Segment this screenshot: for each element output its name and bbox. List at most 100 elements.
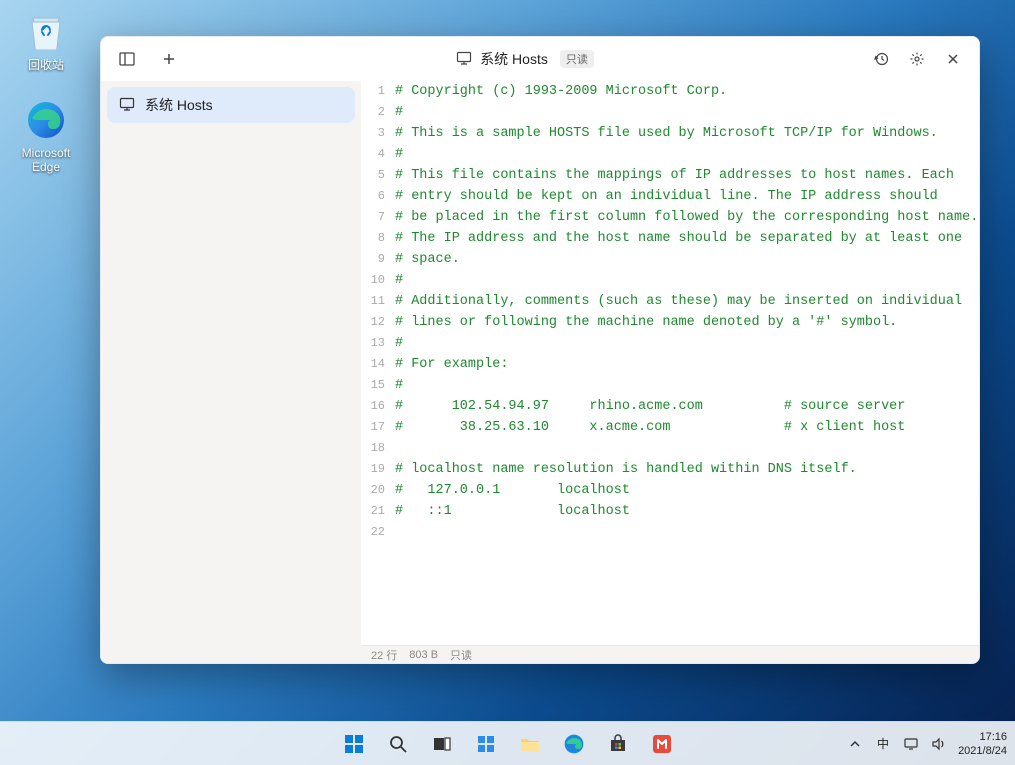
readonly-badge: 只读 — [560, 50, 594, 68]
clock-time: 17:16 — [958, 730, 1007, 744]
line-number: 16 — [361, 396, 395, 417]
code-text: # — [395, 270, 403, 291]
line-number: 8 — [361, 228, 395, 249]
code-line: 18 — [361, 438, 979, 459]
code-line: 19# localhost name resolution is handled… — [361, 459, 979, 480]
desktop-icon-recycle-bin[interactable]: 回收站 — [10, 8, 82, 73]
ime-indicator[interactable]: 中 — [874, 735, 892, 753]
code-text: # 38.25.63.10 x.acme.com # x client host — [395, 417, 905, 438]
code-text: # — [395, 102, 403, 123]
code-line: 11# Additionally, comments (such as thes… — [361, 291, 979, 312]
line-number: 18 — [361, 438, 395, 459]
code-text: # — [395, 375, 403, 396]
code-text: # 102.54.94.97 rhino.acme.com # source s… — [395, 396, 905, 417]
line-number: 20 — [361, 480, 395, 501]
line-number: 1 — [361, 81, 395, 102]
code-line: 13# — [361, 333, 979, 354]
edge-icon — [24, 98, 68, 142]
app-switchhosts-button[interactable] — [643, 725, 681, 763]
taskbar-clock[interactable]: 17:16 2021/8/24 — [958, 730, 1007, 758]
volume-icon[interactable] — [930, 735, 948, 753]
sidebar: 系统 Hosts — [101, 81, 361, 663]
code-text: # This is a sample HOSTS file used by Mi… — [395, 123, 938, 144]
line-number: 21 — [361, 501, 395, 522]
code-line: 22 — [361, 522, 979, 543]
code-line: 3# This is a sample HOSTS file used by M… — [361, 123, 979, 144]
line-number: 12 — [361, 312, 395, 333]
line-number: 9 — [361, 249, 395, 270]
edge-taskbar-button[interactable] — [555, 725, 593, 763]
app-window: 系统 Hosts 只读 系统 Hosts 1# Copyrigh — [100, 36, 980, 664]
window-title: 系统 Hosts — [480, 49, 548, 69]
desktop-icon-edge[interactable]: Microsoft Edge — [10, 98, 82, 174]
code-line: 4# — [361, 144, 979, 165]
history-button[interactable] — [863, 41, 899, 77]
line-number: 6 — [361, 186, 395, 207]
code-text: # lines or following the machine name de… — [395, 312, 897, 333]
code-line: 7# be placed in the first column followe… — [361, 207, 979, 228]
line-number: 10 — [361, 270, 395, 291]
code-line: 6# entry should be kept on an individual… — [361, 186, 979, 207]
code-text: # localhost name resolution is handled w… — [395, 459, 857, 480]
code-line: 10# — [361, 270, 979, 291]
desktop-icon-label: Microsoft Edge — [10, 146, 82, 174]
line-number: 7 — [361, 207, 395, 228]
code-line: 17# 38.25.63.10 x.acme.com # x client ho… — [361, 417, 979, 438]
tray-overflow-button[interactable] — [846, 735, 864, 753]
status-bytes: 803 B — [409, 649, 438, 661]
recycle-bin-icon — [24, 8, 68, 52]
code-text: # Additionally, comments (such as these)… — [395, 291, 962, 312]
code-text: # — [395, 144, 403, 165]
status-lines: 22 行 — [371, 647, 397, 663]
start-button[interactable] — [335, 725, 373, 763]
code-line: 5# This file contains the mappings of IP… — [361, 165, 979, 186]
code-line: 14# For example: — [361, 354, 979, 375]
titlebar[interactable]: 系统 Hosts 只读 — [101, 37, 979, 81]
line-number: 11 — [361, 291, 395, 312]
code-text: # For example: — [395, 354, 508, 375]
code-line: 20# 127.0.0.1 localhost — [361, 480, 979, 501]
line-number: 15 — [361, 375, 395, 396]
system-tray: 中 17:16 2021/8/24 — [846, 730, 1007, 758]
code-text: # entry should be kept on an individual … — [395, 186, 938, 207]
line-number: 13 — [361, 333, 395, 354]
network-icon[interactable] — [902, 735, 920, 753]
line-number: 22 — [361, 522, 395, 543]
code-text: # ::1 localhost — [395, 501, 630, 522]
code-line: 8# The IP address and the host name shou… — [361, 228, 979, 249]
sidebar-item-label: 系统 Hosts — [145, 95, 213, 115]
code-text: # 127.0.0.1 localhost — [395, 480, 630, 501]
editor-area: 1# Copyright (c) 1993-2009 Microsoft Cor… — [361, 81, 979, 663]
code-text: # The IP address and the host name shoul… — [395, 228, 962, 249]
sidebar-item-system-hosts[interactable]: 系统 Hosts — [107, 87, 355, 123]
code-line: 2# — [361, 102, 979, 123]
line-number: 2 — [361, 102, 395, 123]
code-line: 16# 102.54.94.97 rhino.acme.com # source… — [361, 396, 979, 417]
clock-date: 2021/8/24 — [958, 744, 1007, 758]
settings-button[interactable] — [899, 41, 935, 77]
task-view-button[interactable] — [423, 725, 461, 763]
new-tab-button[interactable] — [151, 41, 187, 77]
file-explorer-button[interactable] — [511, 725, 549, 763]
close-button[interactable] — [935, 41, 971, 77]
line-number: 3 — [361, 123, 395, 144]
monitor-icon — [456, 50, 472, 69]
code-text: # This file contains the mappings of IP … — [395, 165, 954, 186]
search-button[interactable] — [379, 725, 417, 763]
widgets-button[interactable] — [467, 725, 505, 763]
monitor-icon — [119, 96, 135, 115]
store-button[interactable] — [599, 725, 637, 763]
code-text: # space. — [395, 249, 460, 270]
code-text: # be placed in the first column followed… — [395, 207, 978, 228]
code-line: 9# space. — [361, 249, 979, 270]
statusbar: 22 行 803 B 只读 — [361, 645, 979, 663]
code-line: 1# Copyright (c) 1993-2009 Microsoft Cor… — [361, 81, 979, 102]
line-number: 4 — [361, 144, 395, 165]
code-line: 21# ::1 localhost — [361, 501, 979, 522]
line-number: 19 — [361, 459, 395, 480]
taskbar: 中 17:16 2021/8/24 — [0, 721, 1015, 765]
desktop-icon-label: 回收站 — [10, 56, 82, 73]
code-editor[interactable]: 1# Copyright (c) 1993-2009 Microsoft Cor… — [361, 81, 979, 645]
sidebar-toggle-button[interactable] — [109, 41, 145, 77]
line-number: 5 — [361, 165, 395, 186]
